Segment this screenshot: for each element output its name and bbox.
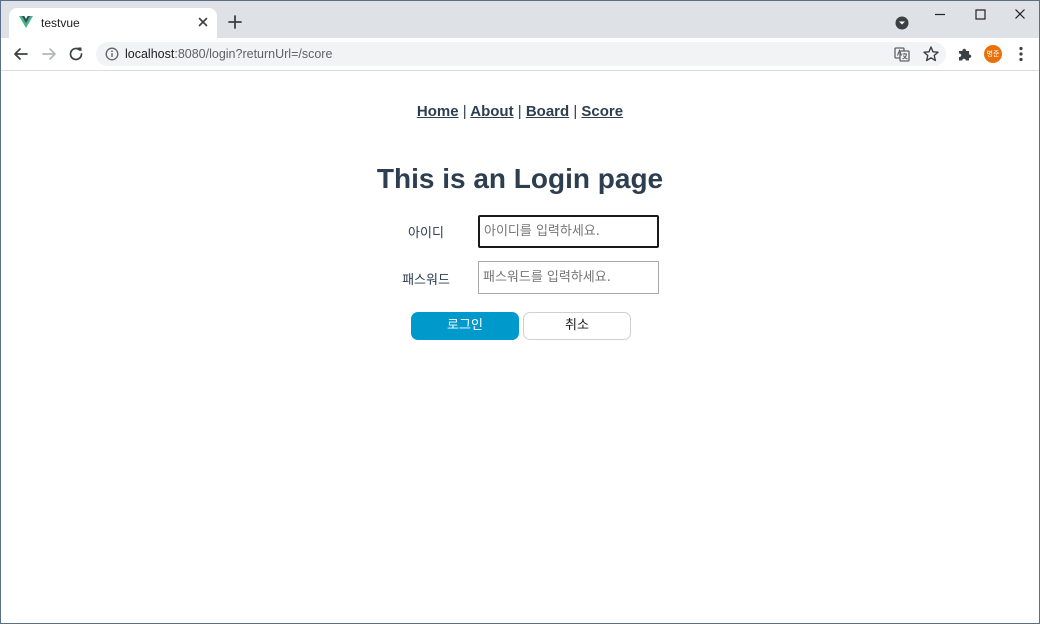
- tab-search-icon[interactable]: [895, 16, 909, 30]
- close-tab-icon[interactable]: [195, 14, 211, 30]
- main-nav: Home | About | Board | Score: [1, 103, 1039, 120]
- url-text[interactable]: localhost:8080/login?returnUrl=/score: [125, 47, 332, 61]
- more-options-icon[interactable]: [1012, 45, 1030, 63]
- bookmark-star-icon[interactable]: [922, 45, 940, 63]
- back-arrow-icon[interactable]: [12, 45, 30, 63]
- maximize-icon[interactable]: [968, 5, 992, 25]
- profile-avatar[interactable]: 병준: [984, 45, 1002, 63]
- url-host: localhost: [125, 47, 175, 61]
- close-window-icon[interactable]: [1008, 5, 1032, 25]
- browser-toolbar: localhost:8080/login?returnUrl=/score 병준: [1, 38, 1039, 71]
- new-tab-icon[interactable]: [227, 14, 243, 30]
- minimize-icon[interactable]: [928, 5, 952, 25]
- nav-separator: |: [573, 103, 578, 120]
- password-input[interactable]: [478, 261, 659, 294]
- id-input[interactable]: [478, 215, 659, 248]
- nav-link-about[interactable]: About: [470, 103, 513, 120]
- nav-separator: |: [517, 103, 522, 120]
- password-label: 패스워드: [402, 273, 450, 288]
- page-title: This is an Login page: [376, 163, 664, 194]
- browser-window: testvue localhost:8080/login?returnUrl=/…: [0, 0, 1040, 624]
- tab-title: testvue: [41, 16, 80, 30]
- extensions-icon[interactable]: [956, 45, 974, 63]
- login-button[interactable]: 로그인: [411, 312, 519, 340]
- cancel-button[interactable]: 취소: [523, 312, 631, 340]
- tab-strip: testvue: [1, 1, 1039, 38]
- nav-separator: |: [462, 103, 467, 120]
- vue-logo-icon: [19, 16, 33, 28]
- nav-link-home[interactable]: Home: [417, 103, 459, 120]
- nav-link-score[interactable]: Score: [581, 103, 623, 120]
- url-path: :8080/login?returnUrl=/score: [174, 47, 333, 61]
- translate-icon[interactable]: [893, 45, 911, 63]
- address-bar[interactable]: localhost:8080/login?returnUrl=/score: [96, 42, 946, 66]
- nav-link-board[interactable]: Board: [526, 103, 569, 120]
- site-info-icon[interactable]: [105, 47, 119, 61]
- page-content: Home | About | Board | Score This is an …: [1, 71, 1039, 623]
- forward-arrow-icon[interactable]: [40, 45, 58, 63]
- reload-icon[interactable]: [67, 45, 85, 63]
- id-label: 아이디: [408, 226, 444, 241]
- browser-tab[interactable]: testvue: [9, 8, 217, 38]
